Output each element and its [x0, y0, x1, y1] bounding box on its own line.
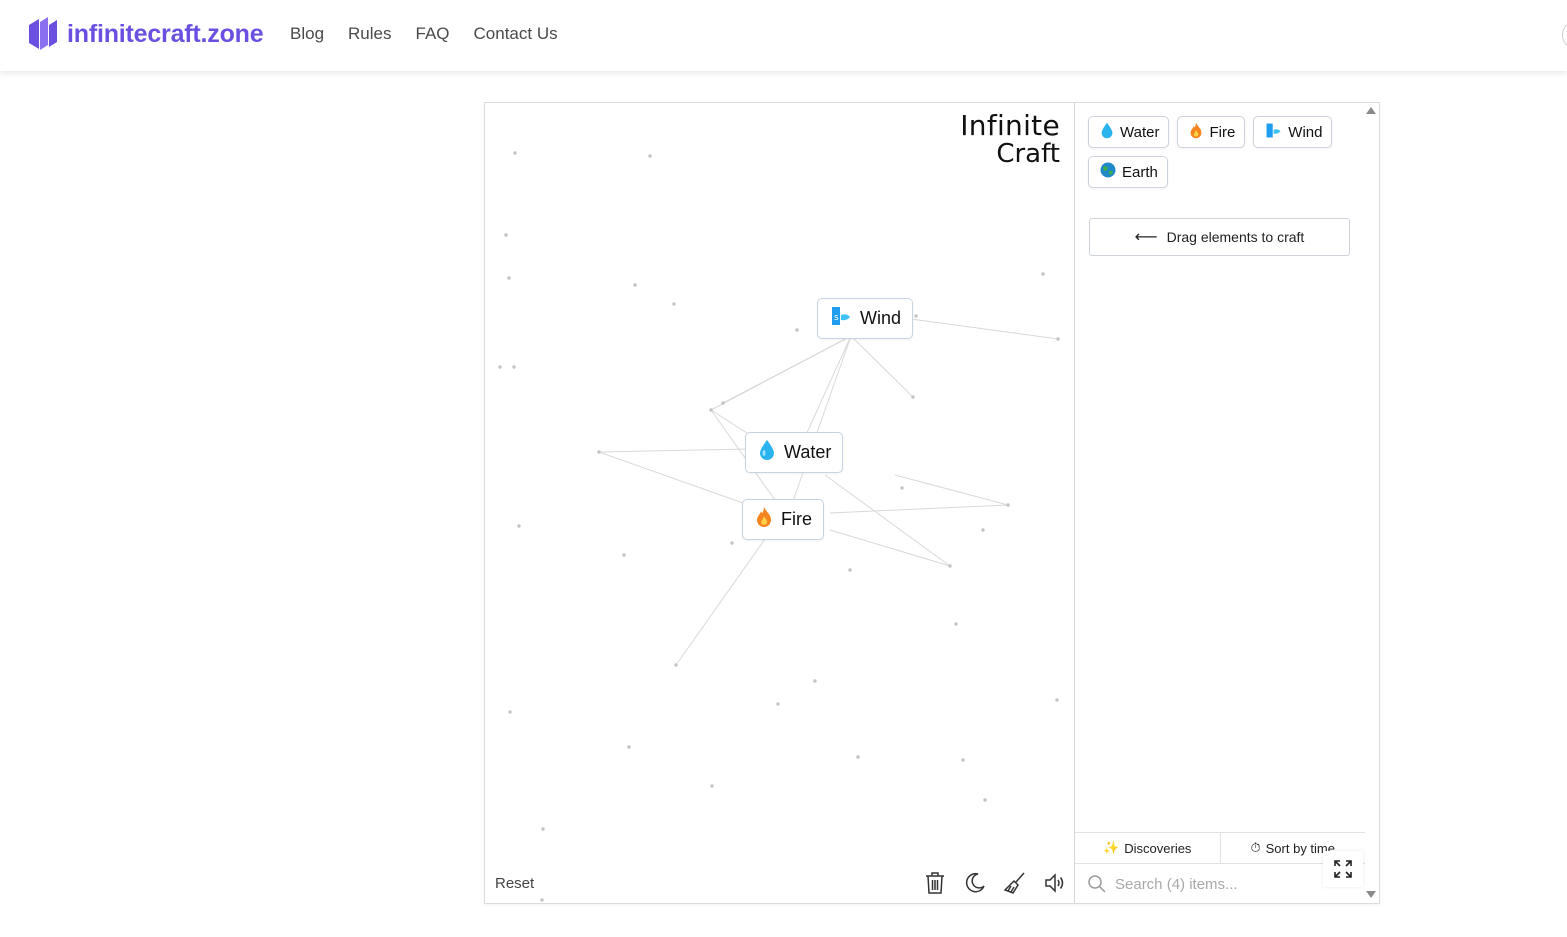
wind-icon: s — [830, 305, 852, 332]
water-drop-icon — [1100, 122, 1114, 143]
top-navigation-bar: infinitecraft.zone Blog Rules FAQ Contac… — [0, 0, 1567, 71]
canvas-item-label: Water — [784, 442, 832, 462]
sparkles-icon: ✨ — [1103, 840, 1120, 855]
canvas-item-label: Wind — [860, 308, 902, 328]
search-bar — [1075, 865, 1325, 903]
discoveries-button[interactable]: ✨ Discoveries — [1075, 833, 1220, 863]
discoveries-label: Discoveries — [1124, 840, 1192, 856]
fullscreen-button[interactable] — [1323, 851, 1363, 887]
element-chip-water[interactable]: Water — [1088, 116, 1170, 148]
fire-icon — [755, 506, 773, 533]
element-chip-fire[interactable]: Fire — [1177, 116, 1246, 148]
infinite-craft-logo-line1: Infinite — [960, 109, 1060, 142]
water-drop-icon — [758, 439, 776, 466]
svg-text:s: s — [834, 313, 839, 323]
canvas-item-wind[interactable]: s Wind — [817, 298, 914, 339]
element-chip-earth[interactable]: Earth — [1088, 156, 1168, 188]
nav-link-rules[interactable]: Rules — [348, 24, 391, 44]
canvas-item-fire[interactable]: Fire — [742, 499, 824, 540]
wind-icon — [1265, 122, 1282, 143]
clock-icon: ⏱ — [1250, 840, 1261, 855]
search-input[interactable] — [1115, 875, 1295, 893]
infinite-craft-logo-line2: Craft — [996, 139, 1060, 169]
theme-toggle-partial[interactable] — [1562, 22, 1567, 48]
nav-link-blog[interactable]: Blog — [290, 24, 324, 44]
expand-icon — [1334, 860, 1352, 878]
speaker-icon[interactable] — [1043, 870, 1067, 896]
reset-button[interactable]: Reset — [495, 875, 534, 892]
canvas-toolbar — [923, 870, 1074, 896]
canvas-item-water[interactable]: Water — [745, 432, 844, 473]
canvas-item-label: Fire — [781, 509, 812, 529]
scroll-up-arrow[interactable] — [1366, 107, 1376, 114]
element-chip-wind[interactable]: Wind — [1253, 116, 1333, 148]
arrow-left-icon: ⟵ — [1134, 229, 1158, 246]
trash-icon[interactable] — [923, 870, 947, 896]
earth-globe-icon — [1100, 162, 1116, 182]
fire-icon — [1189, 122, 1203, 143]
nav-link-faq[interactable]: FAQ — [416, 24, 450, 44]
brand-logo-icon — [29, 17, 57, 50]
drag-hint-text: Drag elements to craft — [1166, 229, 1305, 245]
element-chip-label: Fire — [1209, 123, 1236, 141]
element-chip-label: Water — [1120, 123, 1160, 141]
search-icon — [1088, 875, 1106, 893]
main-nav: Blog Rules FAQ Contact Us — [290, 24, 582, 44]
broom-icon[interactable] — [1003, 870, 1027, 896]
element-chip-label: Wind — [1288, 123, 1323, 141]
game-frame: Infinite Craft s Wind Water Fire Reset W… — [484, 102, 1380, 904]
site-logo-link[interactable]: infinitecraft.zone — [26, 15, 264, 53]
drag-hint-box: ⟵ Drag elements to craft — [1089, 218, 1350, 256]
nav-link-contact-us[interactable]: Contact Us — [474, 24, 558, 44]
sidebar-actions: ✨ Discoveries ⏱ Sort by time — [1075, 832, 1365, 864]
element-chip-label: Earth — [1122, 163, 1158, 181]
scroll-down-arrow[interactable] — [1366, 891, 1376, 898]
moon-icon[interactable] — [963, 870, 987, 896]
element-list: Water Fire Wind Earth — [1088, 116, 1358, 196]
brand-name: infinitecraft.zone — [67, 19, 264, 48]
elements-sidebar: Water Fire Wind Earth ⟵ Drag elements to… — [1075, 103, 1365, 903]
craft-canvas[interactable]: Infinite Craft s Wind Water Fire Reset — [485, 103, 1075, 903]
